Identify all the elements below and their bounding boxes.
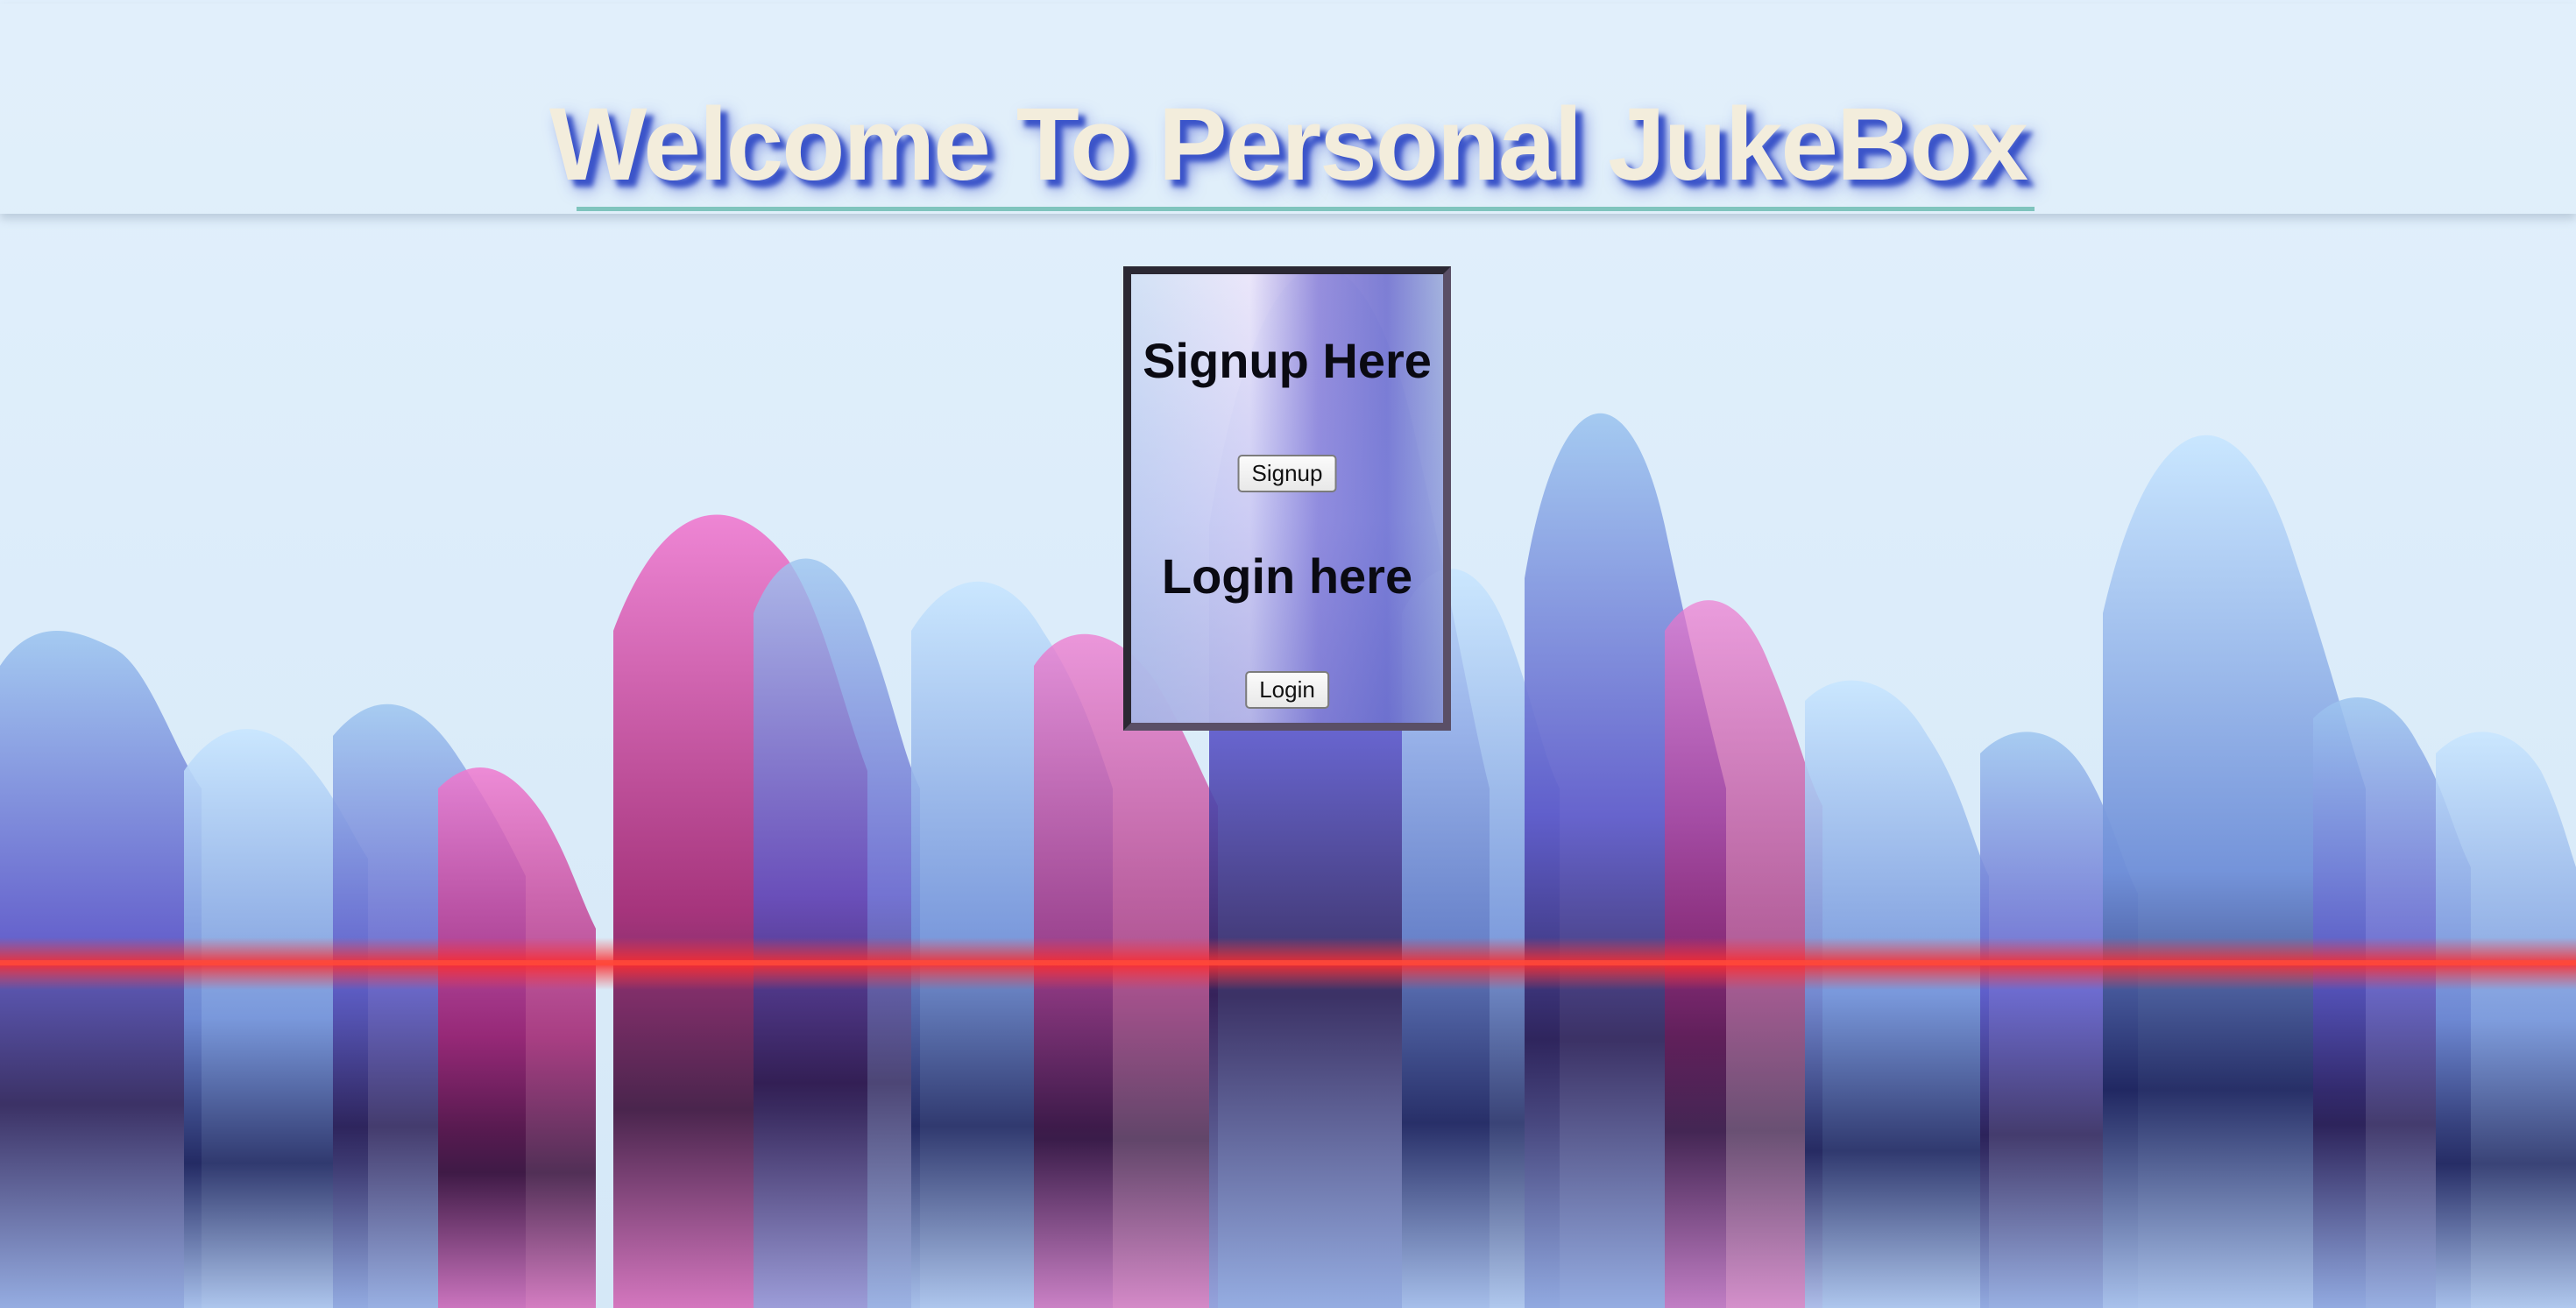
signup-button[interactable]: Signup <box>1237 455 1337 492</box>
title-underline <box>577 207 2035 211</box>
login-button[interactable]: Login <box>1245 671 1329 709</box>
login-heading: Login here <box>1161 548 1413 604</box>
auth-panel: Signup Here Signup Login here Login <box>1123 266 1451 731</box>
signup-heading: Signup Here <box>1143 333 1432 388</box>
page-title: Welcome To Personal JukeBox <box>549 87 2028 202</box>
